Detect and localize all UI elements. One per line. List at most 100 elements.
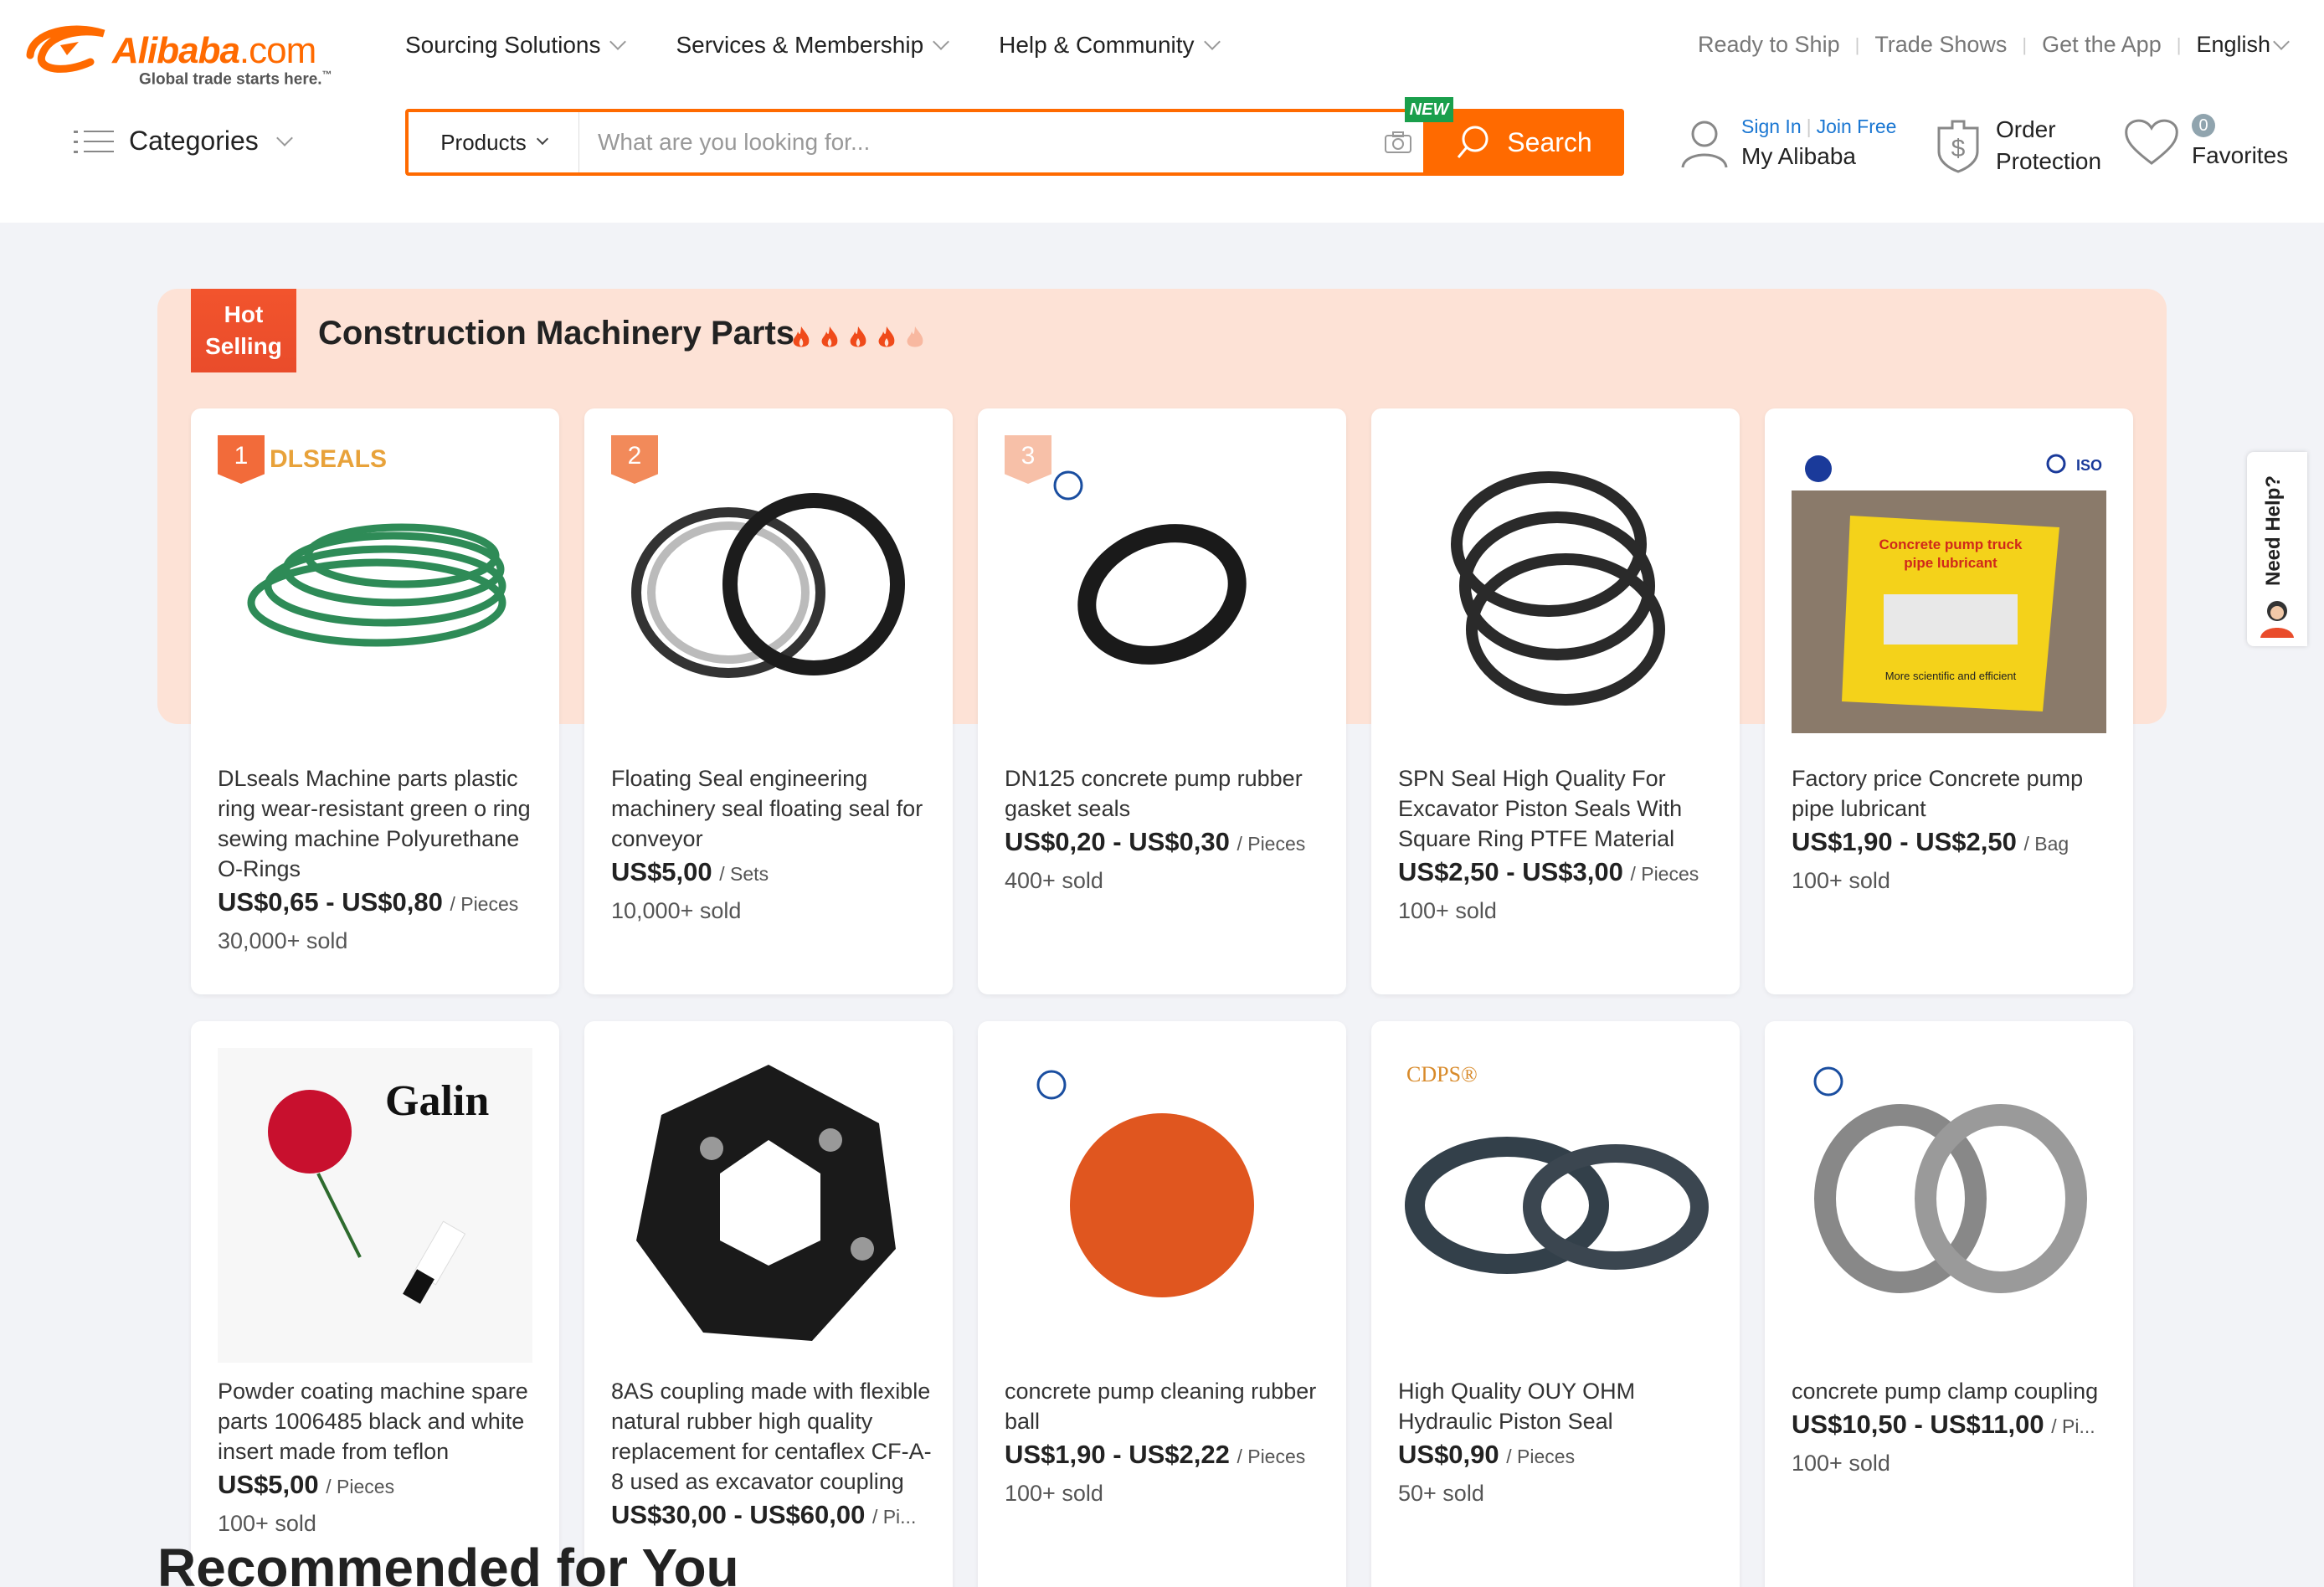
chevron-down-icon: [1203, 33, 1221, 50]
product-image: Galin: [218, 1048, 532, 1363]
menu-icon: [74, 127, 114, 156]
product-card[interactable]: Galin Powder coating machine spare parts…: [191, 1021, 559, 1587]
product-image: CDPS®: [1398, 1048, 1713, 1363]
top-nav: Sourcing Solutions Services & Membership…: [405, 32, 1221, 59]
account-menu[interactable]: Sign In | Join Free My Alibaba: [1679, 116, 1896, 170]
product-card[interactable]: DLSEALS 1 DLseals Machine parts plastic …: [191, 408, 559, 994]
categories-menu[interactable]: Categories: [74, 126, 293, 157]
sold-count: 10,000+ sold: [611, 898, 742, 923]
search-input[interactable]: [579, 112, 1373, 172]
flame-icon: [850, 326, 866, 347]
language-selector[interactable]: English: [2196, 32, 2290, 58]
product-price: US$2,50 - US$3,00 / Pieces: [1398, 857, 1699, 886]
product-title[interactable]: concrete pump clamp coupling: [1792, 1376, 2113, 1406]
product-card[interactable]: 3 DN125 concrete pump rubber gasket seal…: [978, 408, 1346, 994]
favorites-count-badge: 0: [2192, 114, 2215, 137]
product-card[interactable]: ISO Concrete pump truck pipe lubricant M…: [1765, 408, 2133, 994]
product-image: [611, 1048, 926, 1363]
product-price: US$10,50 - US$11,00 / Pi...: [1792, 1410, 2095, 1439]
product-card[interactable]: 8AS coupling made with flexible natural …: [584, 1021, 953, 1587]
need-help-tab[interactable]: Need Help?: [2247, 452, 2307, 646]
search-icon: [1458, 126, 1488, 158]
rank-badge: 1: [218, 435, 265, 484]
heart-icon: [2125, 119, 2178, 165]
flame-icon: [878, 326, 895, 347]
svg-text:Galin: Galin: [385, 1077, 489, 1125]
ready-to-ship-link[interactable]: Ready to Ship: [1698, 32, 1840, 58]
product-title[interactable]: DLseals Machine parts plastic ring wear-…: [218, 763, 539, 884]
categories-label: Categories: [129, 126, 259, 156]
product-price: US$0,20 - US$0,30 / Pieces: [1005, 827, 1306, 856]
svg-text:More scientific and efficient: More scientific and efficient: [1885, 670, 2017, 682]
product-card[interactable]: concrete pump cleaning rubber ball US$1,…: [978, 1021, 1346, 1587]
product-card[interactable]: 2 Floating Seal engineering machinery se…: [584, 408, 953, 994]
nav-services-membership[interactable]: Services & Membership: [676, 32, 950, 59]
alibaba-logo[interactable]: Alibaba.com Global trade starts here.™: [23, 15, 350, 88]
product-title[interactable]: Floating Seal engineering machinery seal…: [611, 763, 933, 854]
product-price: US$1,90 - US$2,50 / Bag: [1792, 827, 2069, 856]
svg-text:pipe lubricant: pipe lubricant: [1904, 555, 1998, 571]
product-price: US$30,00 - US$60,00 / Pi...: [611, 1500, 917, 1529]
svg-text:$: $: [1951, 135, 1966, 162]
logo-brand: Alibaba.com: [112, 30, 316, 71]
section-title: Construction Machinery Parts: [318, 315, 795, 352]
product-title[interactable]: SPN Seal High Quality For Excavator Pist…: [1398, 763, 1720, 854]
product-card[interactable]: concrete pump clamp coupling US$10,50 - …: [1765, 1021, 2133, 1587]
hot-selling-tag: Hot Selling: [191, 289, 296, 372]
product-title[interactable]: High Quality OUY OHM Hydraulic Piston Se…: [1398, 1376, 1720, 1436]
join-free-link[interactable]: Join Free: [1817, 116, 1897, 137]
sold-count: 100+ sold: [218, 1511, 316, 1536]
sign-in-link[interactable]: Sign In: [1741, 116, 1802, 137]
flame-rating: [790, 325, 926, 350]
chevron-down-icon: [609, 33, 627, 50]
rank-badge: 2: [611, 435, 658, 484]
chevron-down-icon: [2273, 33, 2290, 50]
svg-text:CDPS®: CDPS®: [1406, 1062, 1478, 1086]
product-price: US$1,90 - US$2,22 / Pieces: [1005, 1440, 1306, 1469]
nav-sourcing-solutions[interactable]: Sourcing Solutions: [405, 32, 627, 59]
product-title[interactable]: Powder coating machine spare parts 10064…: [218, 1376, 539, 1466]
divider: |: [2022, 33, 2028, 55]
divider: |: [2176, 33, 2182, 55]
product-image: ISO Concrete pump truck pipe lubricant M…: [1792, 435, 2106, 750]
rank-badge: 3: [1005, 435, 1051, 484]
product-card[interactable]: CDPS® High Quality OUY OHM Hydraulic Pis…: [1371, 1021, 1740, 1587]
nav-help-community[interactable]: Help & Community: [999, 32, 1221, 59]
product-image: [1398, 435, 1713, 750]
product-price: US$5,00 / Pieces: [218, 1470, 395, 1499]
order-protection[interactable]: $ Order Protection: [1934, 114, 2101, 177]
divider: |: [1854, 33, 1860, 55]
recommended-heading: Recommended for You: [157, 1538, 739, 1587]
support-agent-icon: [2260, 601, 2294, 638]
product-card[interactable]: SPN Seal High Quality For Excavator Pist…: [1371, 408, 1740, 994]
sold-count: 30,000+ sold: [218, 928, 348, 953]
right-nav: Ready to Ship | Trade Shows | Get the Ap…: [1698, 32, 2290, 58]
product-price: US$5,00 / Sets: [611, 857, 769, 886]
site-header: Alibaba.com Global trade starts here.™ S…: [0, 0, 2324, 223]
get-app-link[interactable]: Get the App: [2042, 32, 2162, 58]
product-image: DLSEALS: [218, 435, 532, 750]
svg-text:DLSEALS: DLSEALS: [270, 445, 387, 473]
user-icon: [1681, 121, 1728, 167]
flame-icon: [821, 326, 838, 347]
chevron-down-icon: [933, 33, 950, 50]
chevron-down-icon: [275, 129, 293, 146]
sold-count: 100+ sold: [1792, 1451, 1890, 1476]
shield-dollar-icon: $: [1937, 120, 1979, 173]
product-image: [1005, 435, 1319, 750]
search-type-dropdown[interactable]: Products: [409, 112, 579, 172]
new-badge: NEW: [1405, 97, 1453, 122]
product-image: [1792, 1048, 2106, 1363]
product-title[interactable]: Factory price Concrete pump pipe lubrica…: [1792, 763, 2113, 824]
search-button[interactable]: Search: [1423, 109, 1624, 176]
product-title[interactable]: concrete pump cleaning rubber ball: [1005, 1376, 1326, 1436]
sold-count: 50+ sold: [1398, 1481, 1484, 1506]
chevron-down-icon: [536, 132, 548, 146]
trade-shows-link[interactable]: Trade Shows: [1874, 32, 2007, 58]
product-title[interactable]: 8AS coupling made with flexible natural …: [611, 1376, 933, 1497]
product-image: [611, 435, 926, 750]
product-title[interactable]: DN125 concrete pump rubber gasket seals: [1005, 763, 1326, 824]
sold-count: 400+ sold: [1005, 868, 1103, 893]
favorites[interactable]: 0 Favorites: [2123, 114, 2288, 169]
flame-icon: [793, 326, 810, 347]
